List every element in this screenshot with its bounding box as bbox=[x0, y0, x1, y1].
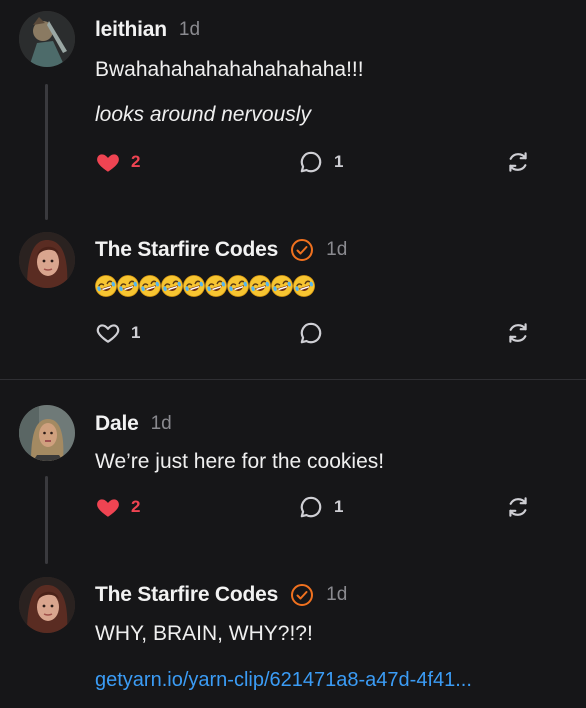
avatar[interactable] bbox=[19, 11, 75, 67]
avatar[interactable] bbox=[19, 405, 75, 461]
like-count: 2 bbox=[131, 152, 141, 171]
repost-button[interactable] bbox=[505, 149, 531, 175]
like-count: 2 bbox=[131, 497, 141, 516]
reply-bubble-icon bbox=[300, 322, 322, 344]
like-button[interactable]: 2 bbox=[95, 149, 140, 175]
author-name[interactable]: leithian bbox=[95, 18, 167, 42]
reply-button[interactable] bbox=[298, 320, 324, 346]
rolling-on-floor-laughing-emoji bbox=[271, 275, 293, 297]
thread-line bbox=[45, 84, 48, 220]
rolling-on-floor-laughing-emoji bbox=[95, 275, 117, 297]
post-time[interactable]: 1d bbox=[179, 19, 200, 41]
rolling-on-floor-laughing-emoji bbox=[249, 275, 271, 297]
rolling-on-floor-laughing-emoji bbox=[205, 275, 227, 297]
thread-line bbox=[45, 476, 48, 564]
verified-badge-icon bbox=[290, 238, 314, 262]
repost-icon bbox=[509, 323, 527, 343]
rolling-on-floor-laughing-emoji bbox=[227, 275, 249, 297]
avatar[interactable] bbox=[19, 577, 75, 633]
reply-button[interactable]: 1 bbox=[298, 494, 343, 520]
post-header: Dale 1d bbox=[95, 412, 172, 436]
emoji-row bbox=[94, 274, 315, 298]
repost-button[interactable] bbox=[505, 494, 531, 520]
like-button[interactable]: 2 bbox=[95, 494, 140, 520]
like-count: 1 bbox=[131, 323, 141, 342]
author-name[interactable]: Dale bbox=[95, 412, 139, 436]
rolling-on-floor-laughing-emoji bbox=[161, 275, 183, 297]
repost-icon bbox=[509, 497, 527, 517]
repost-icon bbox=[509, 152, 527, 172]
verified-badge-icon bbox=[290, 583, 314, 607]
post-link[interactable]: getyarn.io/yarn-clip/621471a8-a47d-4f41.… bbox=[95, 669, 472, 692]
thread-divider bbox=[0, 379, 586, 380]
like-button[interactable]: 1 bbox=[95, 320, 140, 346]
post-time[interactable]: 1d bbox=[326, 584, 347, 606]
post-time[interactable]: 1d bbox=[151, 413, 172, 435]
avatar[interactable] bbox=[19, 232, 75, 288]
post-text: We’re just here for the cookies! bbox=[95, 450, 385, 473]
reply-button[interactable]: 1 bbox=[298, 149, 343, 175]
rolling-on-floor-laughing-emoji bbox=[183, 275, 205, 297]
repost-button[interactable] bbox=[505, 320, 531, 346]
reply-count: 1 bbox=[334, 152, 344, 171]
heart-outline-icon bbox=[96, 324, 120, 343]
post-time[interactable]: 1d bbox=[326, 239, 347, 261]
post-header: The Starfire Codes 1d bbox=[95, 238, 347, 262]
author-name[interactable]: The Starfire Codes bbox=[95, 238, 278, 262]
post-header: The Starfire Codes 1d bbox=[95, 583, 347, 607]
post-text: WHY, BRAIN, WHY?!?! bbox=[95, 622, 313, 645]
rolling-on-floor-laughing-emoji bbox=[117, 275, 139, 297]
author-name[interactable]: The Starfire Codes bbox=[95, 583, 278, 607]
post-header: leithian 1d bbox=[95, 18, 200, 42]
post-text-italic: looks around nervously bbox=[95, 103, 311, 126]
rolling-on-floor-laughing-emoji bbox=[139, 275, 161, 297]
reply-bubble-icon bbox=[300, 496, 322, 518]
reply-bubble-icon bbox=[300, 151, 322, 173]
reply-count: 1 bbox=[334, 497, 344, 516]
post-text: Bwahahahahahahahahaha!!! bbox=[95, 58, 364, 81]
rolling-on-floor-laughing-emoji bbox=[293, 275, 315, 297]
heart-filled-icon bbox=[97, 154, 119, 172]
heart-filled-icon bbox=[97, 499, 119, 517]
